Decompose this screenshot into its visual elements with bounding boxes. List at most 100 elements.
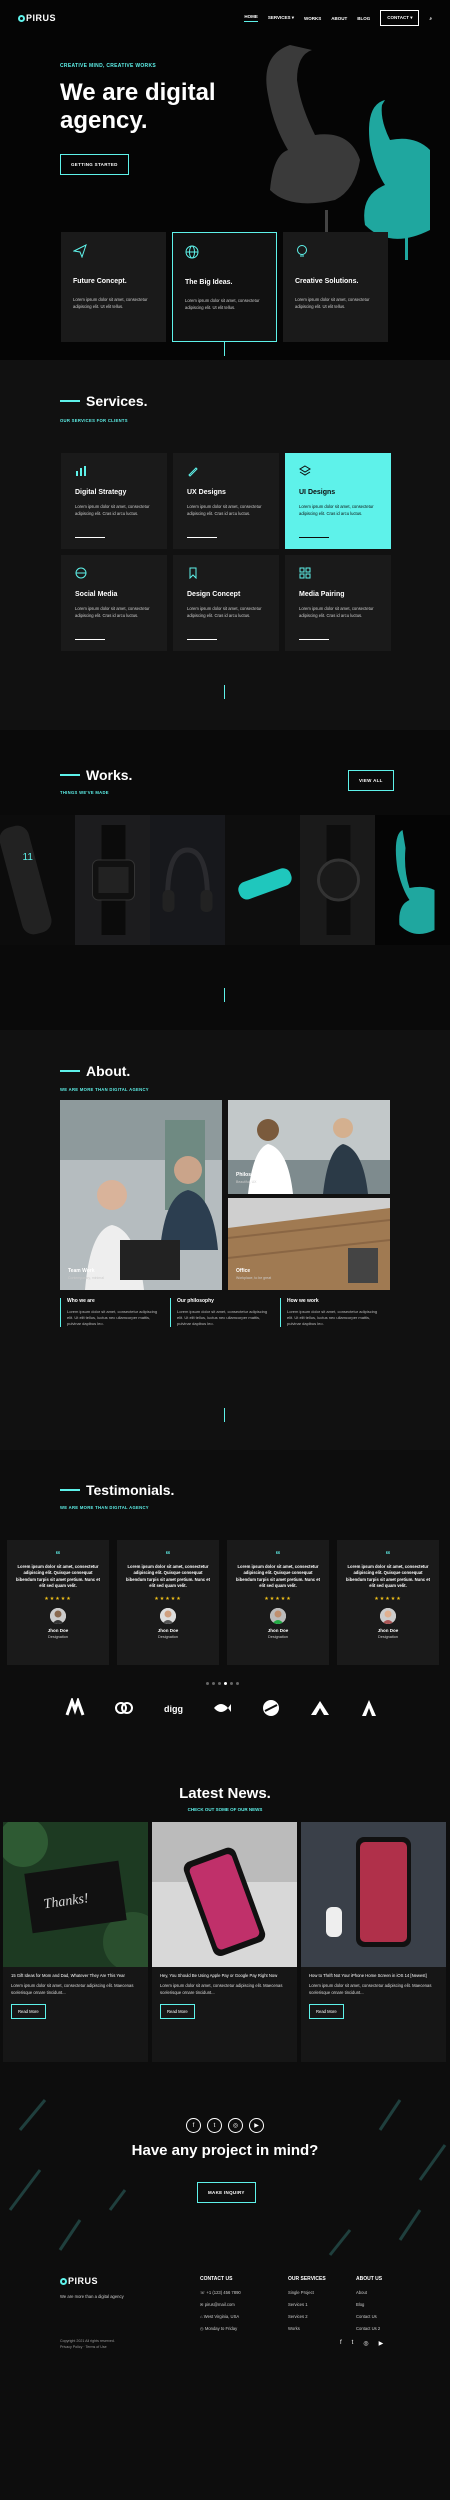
nav-services[interactable]: SERVICES ▾ <box>268 15 294 21</box>
feature-card-title: Future Concept. <box>73 278 127 285</box>
site-logo[interactable]: PIRUS <box>18 13 56 23</box>
cta-section: f t ◎ ▶ Have any project in mind? MAKE I… <box>0 2090 450 2268</box>
service-title: UX Designs <box>187 489 226 496</box>
chart-icon <box>76 466 86 476</box>
footer-link[interactable]: Blog <box>356 2302 382 2307</box>
work-item[interactable] <box>225 815 300 945</box>
footer-link[interactable]: Services 2 <box>288 2314 326 2319</box>
news-card[interactable]: How to Thrift Not Your iPhone Home Scree… <box>301 1822 446 2062</box>
youtube-icon[interactable]: ▶ <box>379 2340 384 2347</box>
testimonial-card: “ Lorem ipsum dolor sit amet, consectetu… <box>117 1540 219 1665</box>
nav-works[interactable]: WORKS <box>304 16 321 21</box>
work-item[interactable]: 11 <box>0 815 75 945</box>
footer-link[interactable]: Single Project <box>288 2290 326 2295</box>
search-icon[interactable]: ⌕ <box>429 16 432 21</box>
hero-subtitle: CREATIVE MIND, CREATIVE WORKS <box>60 63 157 69</box>
news-image: Thanks! <box>3 1822 148 1967</box>
philosophy-image[interactable]: Philosophy Beautiful, UX <box>228 1100 390 1194</box>
works-gallery: 11 <box>0 815 450 945</box>
service-card[interactable]: Social Media Lorem ipsum dolor sit amet,… <box>61 555 167 651</box>
service-card[interactable]: Digital Strategy Lorem ipsum dolor sit a… <box>61 453 167 549</box>
twitter-icon[interactable]: t <box>207 2118 222 2133</box>
service-title: Social Media <box>75 591 118 598</box>
decorative-lines <box>8 2099 447 2256</box>
service-card[interactable]: UI Designs Lorem ipsum dolor sit amet, c… <box>285 453 391 549</box>
read-more-button[interactable]: Read More <box>11 2004 46 2020</box>
news-card[interactable]: Hey, You Should Be Using Apple Pay or Go… <box>152 1822 297 2062</box>
testimonial-cards: “ Lorem ipsum dolor sit amet, consectetu… <box>7 1540 439 1665</box>
feature-card-title: The Big Ideas. <box>185 279 233 286</box>
service-title: Digital Strategy <box>75 489 127 496</box>
work-item[interactable] <box>150 815 225 945</box>
work-item[interactable] <box>300 815 375 945</box>
email-item[interactable]: ✉ pirus@mail.com <box>200 2302 241 2307</box>
svg-text:11: 11 <box>23 852 34 863</box>
grid-icon <box>299 567 311 579</box>
testimonials-section: Testimonials. WE ARE MORE THAN DIGITAL A… <box>0 1450 450 1750</box>
facebook-icon[interactable]: f <box>186 2118 201 2133</box>
nav-blog[interactable]: BLOG <box>357 16 370 21</box>
getting-started-button[interactable]: GETTING STARTED <box>60 154 129 175</box>
flamingo-image <box>266 45 430 260</box>
footer-about: ABOUT US About Blog Contact Us Contact U… <box>356 2276 383 2331</box>
news-card[interactable]: Thanks! 15 Gift Ideas for Mom and Dad, W… <box>3 1822 148 2062</box>
footer-logo[interactable]: PIRUS <box>60 2276 124 2286</box>
carousel-dots[interactable] <box>206 1682 239 1685</box>
feature-card[interactable]: Creative Solutions. Lorem ipsum dolor si… <box>283 232 388 342</box>
globe-icon <box>75 567 87 579</box>
service-card[interactable]: Design Concept Lorem ipsum dolor sit ame… <box>173 555 279 651</box>
footer-social: f t ◎ ▶ <box>340 2340 383 2347</box>
work-item[interactable] <box>375 815 450 945</box>
testimonial-card: “ Lorem ipsum dolor sit amet, consectetu… <box>227 1540 329 1665</box>
nav-about[interactable]: ABOUT <box>331 16 347 21</box>
footer-link[interactable]: Services 1 <box>288 2302 326 2307</box>
works-heading: Works. <box>60 767 132 783</box>
feature-card[interactable]: The Big Ideas. Lorem ipsum dolor sit ame… <box>172 232 277 342</box>
instagram-icon[interactable]: ◎ <box>228 2118 243 2133</box>
contact-button[interactable]: CONTACT ▾ <box>380 10 420 26</box>
twitter-icon[interactable]: t <box>352 2340 354 2347</box>
testimonial-card: “ Lorem ipsum dolor sit amet, consectetu… <box>337 1540 439 1665</box>
nav-home[interactable]: HOME <box>244 14 258 22</box>
service-text: Lorem ipsum dolor sit amet, consectetur … <box>299 504 374 516</box>
youtube-icon[interactable]: ▶ <box>249 2118 264 2133</box>
read-more-button[interactable]: Read More <box>160 2004 195 2020</box>
footer-link[interactable]: Works <box>288 2326 326 2331</box>
divider-line <box>224 988 225 1002</box>
footer-link[interactable]: Contact Us 2 <box>356 2326 382 2331</box>
feature-card[interactable]: Future Concept. Lorem ipsum dolor sit am… <box>61 232 166 342</box>
service-text: Lorem ipsum dolor sit amet, consectetur … <box>299 606 374 618</box>
service-text: Lorem ipsum dolor sit amet, consectetur … <box>75 504 150 516</box>
facebook-icon[interactable]: f <box>340 2340 342 2347</box>
service-card[interactable]: Media Pairing Lorem ipsum dolor sit amet… <box>285 555 391 651</box>
service-card[interactable]: UX Designs Lorem ipsum dolor sit amet, c… <box>173 453 279 549</box>
services-grid: Digital Strategy Lorem ipsum dolor sit a… <box>61 453 391 651</box>
office-image[interactable]: Office Workplace, to be great <box>228 1198 390 1290</box>
work-item[interactable] <box>75 815 150 945</box>
testimonials-subtitle: WE ARE MORE THAN DIGITAL AGENCY <box>60 1505 149 1510</box>
hero-section: PIRUS HOME SERVICES ▾ WORKS ABOUT BLOG C… <box>0 0 450 360</box>
avatar <box>270 1607 286 1624</box>
instagram-icon[interactable]: ◎ <box>363 2340 368 2347</box>
feature-card-text: Lorem ipsum dolor sit amet, consectetur … <box>295 297 370 309</box>
hours-item: ◷ Monday to Friday <box>200 2326 238 2331</box>
service-title: UI Designs <box>299 489 336 496</box>
footer-link[interactable]: About <box>356 2290 382 2295</box>
make-inquiry-button[interactable]: MAKE INQUIRY <box>197 2182 256 2203</box>
office-label: Office Workplace, to be great <box>236 1268 272 1280</box>
works-subtitle: THINGS WE'VE MADE <box>60 790 109 795</box>
rating-stars: ★★★★★ <box>264 1595 292 1602</box>
brand-rings-icon <box>115 1702 133 1714</box>
service-title: Design Concept <box>187 591 241 598</box>
brand-peak-icon <box>311 1701 329 1715</box>
address-item: ⌂ West Virginia, USA <box>200 2314 240 2319</box>
quote-icon: “ <box>385 1550 391 1561</box>
divider-line <box>224 342 225 356</box>
services-subtitle: OUR SERVICES FOR CLIENTS <box>60 418 128 423</box>
footer-link[interactable]: Contact Us <box>356 2314 382 2319</box>
read-more-button[interactable]: Read More <box>309 2004 344 2020</box>
philosophy-label: Philosophy Beautiful, UX <box>236 1172 263 1184</box>
brand-m-icon <box>65 1698 85 1716</box>
view-all-button[interactable]: VIEW ALL <box>348 770 394 791</box>
team-work-image[interactable]: Team Work Contemporary, minimal <box>60 1100 222 1290</box>
